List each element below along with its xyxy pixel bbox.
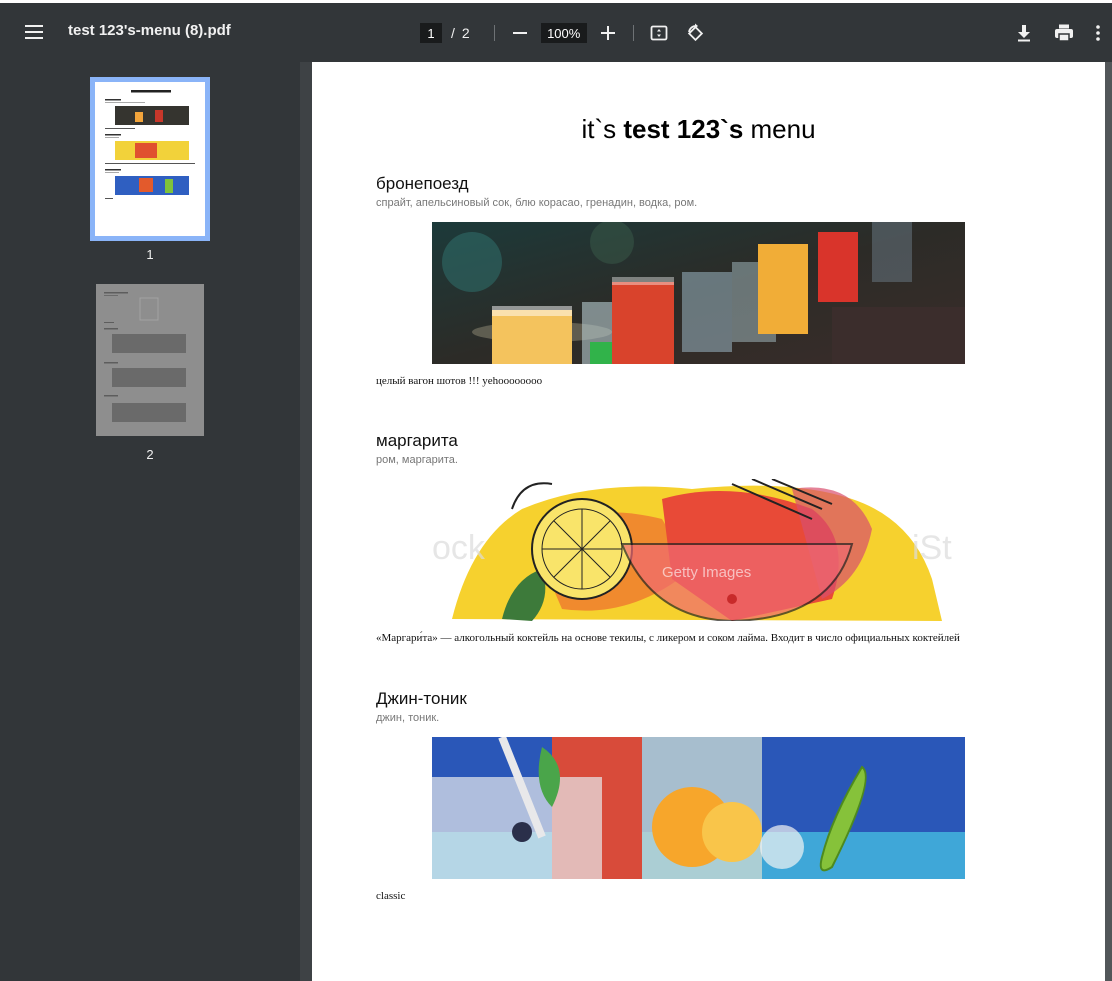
fit-page-icon[interactable] (648, 22, 670, 44)
menu-section-3: Джин-тоник джин, тоник. (376, 689, 1036, 724)
cocktail-name: маргарита (376, 431, 458, 450)
cocktail-description: целый вагон шотов !!! yehoooooooo (376, 375, 543, 387)
print-icon[interactable] (1052, 21, 1076, 45)
page-thumbnail-2[interactable] (96, 284, 204, 436)
cocktail-ingredients: спрайт, апельсиновый сок, блю корасао, г… (376, 197, 698, 209)
thumbnail-label-1: 1 (146, 247, 154, 262)
total-pages: 2 (461, 25, 470, 41)
cocktail-description: «Маргари́та» — алкогольный коктейль на о… (376, 632, 960, 644)
main-scrollbar[interactable] (1105, 62, 1112, 981)
cocktail-ingredients: джин, тоник. (376, 712, 440, 724)
title-bold: test 123`s (623, 114, 744, 144)
title-suffix: menu (743, 114, 816, 144)
pdf-page-1: it`s test 123`s menu бронепоезд спрайт, … (312, 62, 1105, 981)
cocktail-name: бронепоезд (376, 174, 469, 193)
menu-icon[interactable] (22, 21, 46, 45)
menu-section-2: маргарита ром, маргарита. (376, 431, 1036, 466)
menu-title: it`s test 123`s menu (312, 114, 1085, 145)
toolbar-divider (493, 25, 495, 41)
toolbar-divider (632, 25, 634, 41)
margarita-photo: ock iSt Getty Images (432, 479, 965, 621)
menu-section-1: бронепоезд спрайт, апельсиновый сок, блю… (376, 174, 1036, 209)
page-thumbnail-1[interactable] (90, 77, 210, 241)
rotate-icon[interactable] (684, 22, 706, 44)
page-number-input[interactable] (420, 23, 442, 43)
cocktail-ingredients: ром, маргарита. (376, 454, 458, 466)
thumbnail-preview (95, 82, 205, 236)
watermark-text: Getty Images (662, 564, 751, 581)
zoom-input[interactable] (540, 23, 587, 43)
shots-photo (432, 222, 965, 364)
pdf-toolbar: test 123's-menu (8).pdf / 2 (0, 0, 1112, 62)
page-controls: / 2 (420, 20, 706, 46)
minus-icon[interactable] (509, 22, 531, 44)
thumbnail-label-2: 2 (146, 447, 154, 462)
plus-icon[interactable] (597, 22, 619, 44)
svg-text:ock: ock (432, 529, 486, 567)
download-icon[interactable] (1012, 21, 1036, 45)
gin-tonic-photo (432, 737, 965, 879)
title-prefix: it`s (581, 114, 624, 144)
thumbnail-sidebar: 1 2 (0, 62, 300, 981)
toolbar-actions (1012, 21, 1104, 45)
svg-text:iSt: iSt (912, 529, 952, 567)
page-separator: / (451, 25, 455, 41)
document-title: test 123's-menu (8).pdf (68, 22, 231, 39)
more-vert-icon[interactable] (1092, 21, 1104, 45)
cocktail-description: classic (376, 890, 406, 902)
cocktail-name: Джин-тоник (376, 689, 467, 708)
sidebar-resizer[interactable] (300, 62, 312, 981)
